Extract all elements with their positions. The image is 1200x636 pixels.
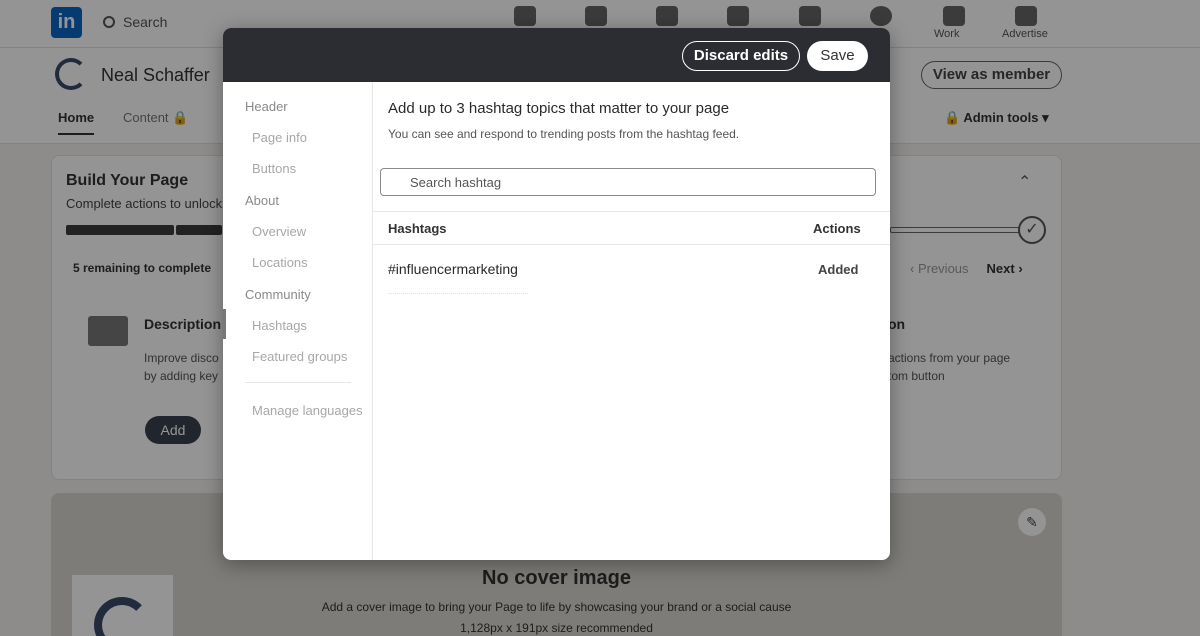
- hashtag-search-box: [380, 168, 876, 196]
- divider: [373, 211, 890, 212]
- hashtags-title: Add up to 3 hashtag topics that matter t…: [388, 100, 730, 117]
- hashtag-status: Added: [818, 262, 859, 277]
- modal-sidebar: Header Page info Buttons About Overview …: [223, 82, 373, 560]
- save-button[interactable]: Save: [807, 41, 868, 71]
- modal-header: Discard edits Save: [223, 28, 890, 82]
- sidebar-item-featured-groups[interactable]: Featured groups: [252, 349, 347, 364]
- divider: [373, 244, 890, 245]
- sidebar-item-page-info[interactable]: Page info: [252, 130, 307, 145]
- hashtag-search-input[interactable]: [410, 169, 860, 195]
- sidebar-item-overview[interactable]: Overview: [252, 224, 306, 239]
- sidebar-divider: [245, 382, 351, 383]
- sidebar-item-locations[interactable]: Locations: [252, 255, 308, 270]
- sidebar-item-buttons[interactable]: Buttons: [252, 161, 296, 176]
- sidebar-active-indicator: [223, 309, 226, 339]
- sidebar-section-community: Community: [245, 287, 311, 302]
- sidebar-section-about: About: [245, 193, 279, 208]
- sidebar-section-header: Header: [245, 99, 288, 114]
- hashtag-name: #influencermarketing: [388, 261, 518, 277]
- sidebar-item-manage-languages[interactable]: Manage languages: [252, 403, 363, 418]
- discard-edits-button[interactable]: Discard edits: [682, 41, 800, 71]
- edit-page-modal: Discard edits Save Header Page info Butt…: [223, 28, 890, 560]
- column-header-actions: Actions: [813, 221, 861, 236]
- sidebar-item-hashtags[interactable]: Hashtags: [252, 318, 307, 333]
- column-header-hashtags: Hashtags: [388, 221, 447, 236]
- row-divider: [388, 293, 528, 294]
- hashtags-subtitle: You can see and respond to trending post…: [388, 127, 740, 141]
- hashtags-panel: Add up to 3 hashtag topics that matter t…: [373, 82, 890, 560]
